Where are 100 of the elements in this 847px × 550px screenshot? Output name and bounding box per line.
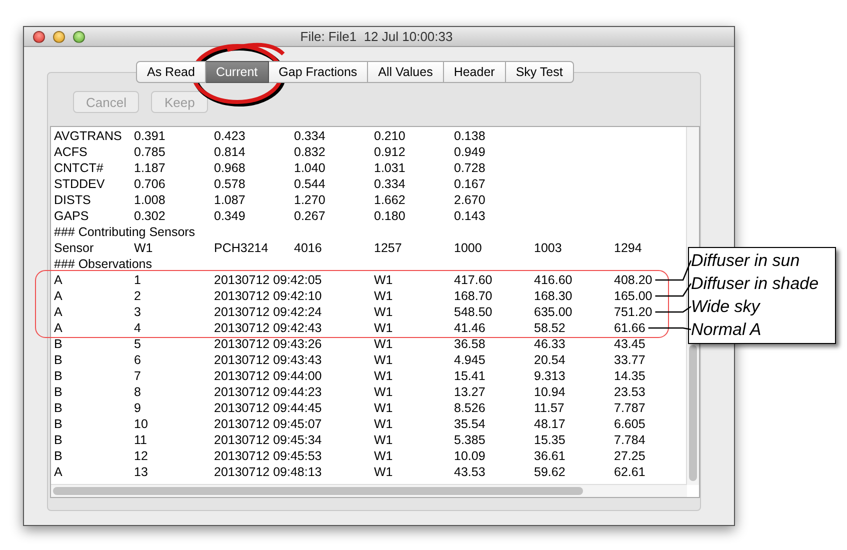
- text-cell: 20130712 09:42:24: [214, 304, 322, 320]
- tab[interactable]: Header: [444, 61, 506, 83]
- text-cell: 0.949: [454, 144, 486, 160]
- text-cell: 1.662: [374, 192, 406, 208]
- text-cell: B: [54, 352, 62, 368]
- text-cell: 12: [134, 448, 148, 464]
- text-cell: 2: [134, 288, 141, 304]
- text-cell: W1: [134, 240, 153, 256]
- text-cell: 0.391: [134, 128, 166, 144]
- text-cell: 417.60: [454, 272, 492, 288]
- text-cell: 1.031: [374, 160, 406, 176]
- text-cell: 36.61: [534, 448, 566, 464]
- text-cell: 20130712 09:45:53: [214, 448, 322, 464]
- tab[interactable]: Gap Fractions: [268, 61, 368, 83]
- text-cell: Sensor: [54, 240, 94, 256]
- text-cell: 10: [134, 416, 148, 432]
- text-cell: W1: [374, 416, 393, 432]
- text-cell: 1003: [534, 240, 562, 256]
- text-cell: 0.334: [374, 176, 406, 192]
- text-cell: 20130712 09:42:43: [214, 320, 322, 336]
- text-cell: 751.20: [614, 304, 652, 320]
- text-cell: 20130712 09:44:00: [214, 368, 322, 384]
- text-cell: 36.58: [454, 336, 486, 352]
- text-cell: 1: [134, 272, 141, 288]
- close-icon[interactable]: [33, 30, 45, 42]
- zoom-icon[interactable]: [73, 30, 85, 42]
- horizontal-scrollbar[interactable]: [51, 484, 687, 497]
- text-cell: 8: [134, 384, 141, 400]
- text-cell: 416.60: [534, 272, 572, 288]
- text-cell: 0.785: [134, 144, 166, 160]
- section-heading: ### Observations: [54, 256, 152, 272]
- text-cell: 1.270: [294, 192, 326, 208]
- text-cell: 7: [134, 368, 141, 384]
- text-cell: AVGTRANS: [54, 128, 122, 144]
- text-cell: B: [54, 368, 62, 384]
- text-cell: 59.62: [534, 464, 566, 480]
- text-cell: 48.17: [534, 416, 566, 432]
- text-cell: B: [54, 416, 62, 432]
- text-cell: A: [54, 272, 62, 288]
- text-cell: B: [54, 384, 62, 400]
- text-cell: A: [54, 320, 62, 336]
- text-cell: 20130712 09:44:23: [214, 384, 322, 400]
- text-cell: 33.77: [614, 352, 646, 368]
- text-cell: B: [54, 448, 62, 464]
- tab[interactable]: Sky Test: [506, 61, 574, 83]
- tab[interactable]: All Values: [368, 61, 444, 83]
- text-cell: ACFS: [54, 144, 88, 160]
- text-cell: B: [54, 336, 62, 352]
- text-cell: 7.787: [614, 400, 646, 416]
- text-cell: 1257: [374, 240, 402, 256]
- text-cell: 41.46: [454, 320, 486, 336]
- text-cell: 0.912: [374, 144, 406, 160]
- text-cell: 20130712 09:48:13: [214, 464, 322, 480]
- text-cell: 20130712 09:42:10: [214, 288, 322, 304]
- text-cell: 5: [134, 336, 141, 352]
- minimize-icon[interactable]: [53, 30, 65, 42]
- text-cell: CNTCT#: [54, 160, 104, 176]
- scrollbar-thumb[interactable]: [689, 345, 697, 481]
- tab[interactable]: Current: [206, 61, 269, 83]
- text-cell: 1000: [454, 240, 482, 256]
- text-cell: 20130712 09:42:05: [214, 272, 322, 288]
- text-cell: 43.53: [454, 464, 486, 480]
- text-cell: 165.00: [614, 288, 652, 304]
- text-cell: 0.832: [294, 144, 326, 160]
- text-cell: STDDEV: [54, 176, 105, 192]
- text-cell: B: [54, 432, 62, 448]
- callout-label: Diffuser in sun: [691, 250, 801, 272]
- text-cell: W1: [374, 304, 393, 320]
- text-cell: 0.706: [134, 176, 166, 192]
- text-cell: A: [54, 288, 62, 304]
- text-cell: 61.66: [614, 320, 646, 336]
- text-cell: 58.52: [534, 320, 566, 336]
- text-cell: 9: [134, 400, 141, 416]
- text-cell: 6.605: [614, 416, 646, 432]
- text-cell: W1: [374, 464, 393, 480]
- callout-label: Diffuser in shade: [691, 273, 820, 295]
- section-heading: ### Contributing Sensors: [54, 224, 196, 240]
- text-cell: 0.143: [454, 208, 486, 224]
- text-cell: 15.41: [454, 368, 486, 384]
- text-cell: 43.45: [614, 336, 646, 352]
- text-cell: GAPS: [54, 208, 89, 224]
- tab[interactable]: As Read: [136, 61, 206, 83]
- text-cell: 1294: [614, 240, 642, 256]
- text-cell: W1: [374, 368, 393, 384]
- text-cell: W1: [374, 448, 393, 464]
- text-cell: 0.167: [454, 176, 486, 192]
- text-cell: 0.302: [134, 208, 166, 224]
- text-cell: 11: [134, 432, 147, 448]
- text-cell: 1.008: [134, 192, 166, 208]
- text-cell: W1: [374, 400, 393, 416]
- text-cell: 13.27: [454, 384, 486, 400]
- text-cell: W1: [374, 320, 393, 336]
- text-cell: W1: [374, 432, 393, 448]
- text-cell: 0.544: [294, 176, 326, 192]
- text-cell: 0.180: [374, 208, 406, 224]
- text-cell: DISTS: [54, 192, 91, 208]
- text-cell: 8.526: [454, 400, 486, 416]
- text-cell: 168.70: [454, 288, 492, 304]
- text-cell: 4.945: [454, 352, 486, 368]
- text-cell: A: [54, 464, 62, 480]
